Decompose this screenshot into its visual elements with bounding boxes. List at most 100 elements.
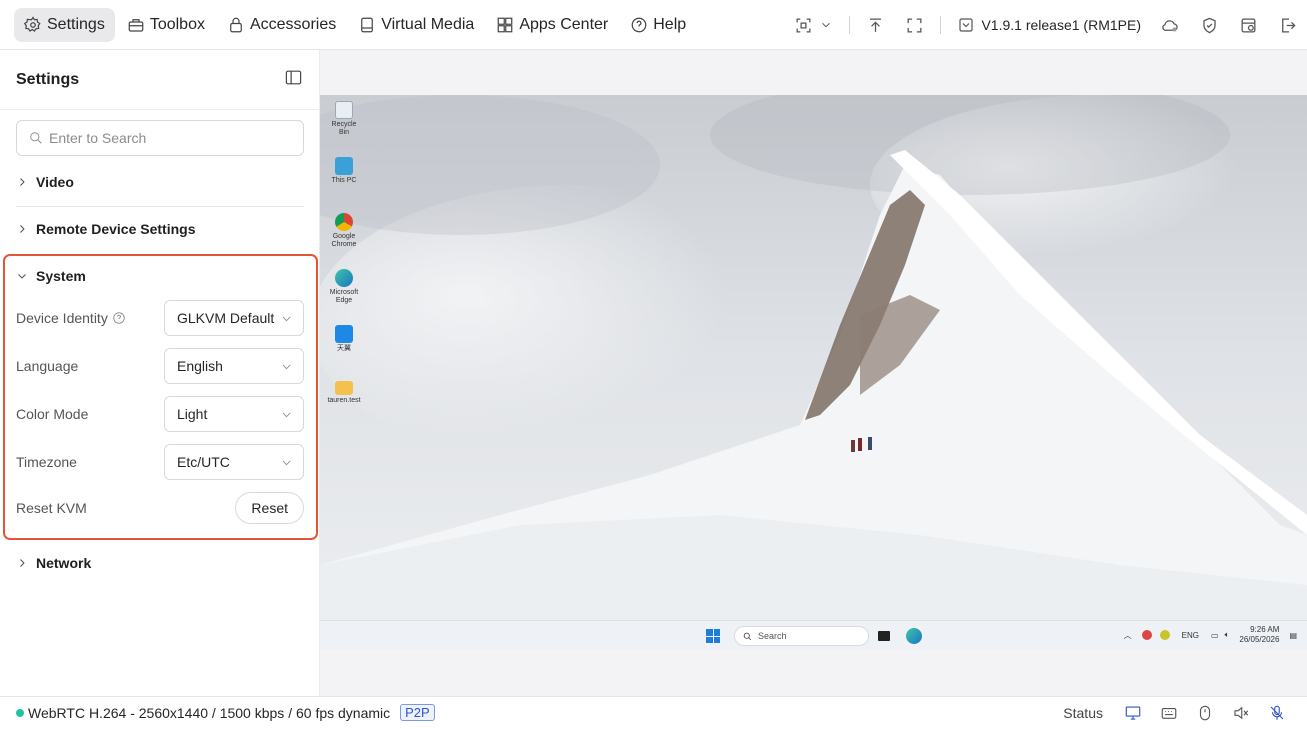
- audio-mute-button[interactable]: [1223, 704, 1259, 722]
- desktop-icon-chrome[interactable]: Google Chrome: [326, 213, 362, 249]
- history-button[interactable]: [1229, 10, 1268, 40]
- taskbar-clock[interactable]: 9:26 AM 26/05/2026: [1239, 625, 1279, 645]
- gear-icon: [24, 15, 41, 32]
- remote-viewport[interactable]: Recycle Bin This PC Google Chrome Micros…: [320, 50, 1307, 696]
- color-mode-row: Color Mode Light: [16, 396, 304, 432]
- nav-toolbox[interactable]: Toolbox: [117, 8, 215, 42]
- folder-icon: [335, 381, 353, 395]
- fullscreen-button[interactable]: [895, 10, 934, 40]
- nav-apps-center-label: Apps Center: [519, 15, 609, 33]
- desktop-icon-label: tauren.test: [327, 397, 361, 404]
- desktop-icon-app[interactable]: 天翼: [326, 325, 362, 353]
- desktop-icon-edge[interactable]: Microsoft Edge: [326, 269, 362, 305]
- tray-app-icon[interactable]: [1141, 630, 1152, 640]
- screenshot-button[interactable]: [784, 10, 843, 40]
- task-view-icon[interactable]: [878, 631, 890, 641]
- version-button[interactable]: V1.9.1 release1 (RM1PE): [947, 10, 1151, 40]
- status-controls: Status: [1063, 697, 1295, 729]
- logout-button[interactable]: [1268, 10, 1307, 40]
- main-nav: Settings Toolbox Accessories Virtual Med…: [0, 7, 698, 42]
- chevron-right-icon: [20, 559, 25, 567]
- chevron-down-icon: [282, 412, 291, 417]
- windows-start-icon[interactable]: [706, 629, 720, 643]
- nav-apps-center[interactable]: Apps Center: [486, 8, 618, 42]
- volume-icon[interactable]: 🔈︎: [1225, 630, 1230, 640]
- timezone-label: Timezone: [16, 454, 77, 470]
- color-mode-select[interactable]: Light: [164, 396, 304, 432]
- nav-toolbox-label: Toolbox: [149, 15, 205, 33]
- taskbar-search[interactable]: Search: [734, 626, 869, 646]
- help-circle-icon[interactable]: [112, 311, 126, 325]
- remote-desktop[interactable]: Recycle Bin This PC Google Chrome Micros…: [320, 95, 1307, 650]
- settings-search[interactable]: [16, 120, 304, 156]
- display-status-button[interactable]: [1115, 704, 1151, 722]
- language-value: English: [177, 358, 223, 374]
- edge-icon: [335, 269, 353, 287]
- device-identity-select[interactable]: GLKVM Default: [164, 300, 304, 336]
- timezone-select[interactable]: Etc/UTC: [164, 444, 304, 480]
- section-network-label: Network: [36, 555, 92, 571]
- reset-button[interactable]: Reset: [235, 492, 304, 524]
- desktop-icon-folder[interactable]: tauren.test: [326, 381, 362, 405]
- edge-taskbar-icon[interactable]: [906, 628, 922, 644]
- system-tray: ︿ ENG ▭ 🔈︎ 9:26 AM 26/05/2026 ▤: [1124, 625, 1297, 645]
- app-icon: [335, 325, 353, 343]
- nav-virtual-media[interactable]: Virtual Media: [348, 8, 484, 42]
- p2p-badge: P2P: [400, 704, 435, 721]
- tray-language[interactable]: ENG: [1182, 631, 1199, 640]
- language-select[interactable]: English: [164, 348, 304, 384]
- timezone-row: Timezone Etc/UTC: [16, 444, 304, 480]
- chevron-down-icon: [282, 460, 291, 465]
- nav-settings[interactable]: Settings: [14, 7, 115, 42]
- tray-app-icon-2[interactable]: [1159, 630, 1170, 640]
- chevron-down-icon: [822, 22, 831, 28]
- sidebar-toggle-button[interactable]: [284, 68, 303, 92]
- upload-icon: [870, 18, 882, 32]
- cloud-button[interactable]: [1151, 10, 1190, 40]
- desktop-icon-label: Recycle Bin: [331, 121, 357, 136]
- desktop-icon-label: 天翼: [337, 345, 351, 352]
- security-button[interactable]: [1190, 10, 1229, 40]
- notification-icon[interactable]: ▤: [1289, 631, 1297, 640]
- tray-chevron-icon[interactable]: ︿: [1124, 630, 1132, 641]
- desktop-icon-label: Microsoft Edge: [329, 289, 359, 304]
- section-network[interactable]: Network: [16, 555, 304, 571]
- chrome-icon: [335, 213, 353, 231]
- monitor-icon: [335, 157, 353, 175]
- nav-help[interactable]: Help: [620, 8, 696, 42]
- nav-virtual-media-label: Virtual Media: [381, 15, 475, 33]
- microphone-button[interactable]: [1259, 704, 1295, 722]
- section-video[interactable]: Video: [16, 174, 304, 190]
- lock-icon: [230, 17, 242, 32]
- desktop-icon-recycle-bin[interactable]: Recycle Bin: [326, 101, 362, 137]
- nav-accessories[interactable]: Accessories: [217, 8, 346, 42]
- top-tools: V1.9.1 release1 (RM1PE): [784, 0, 1307, 50]
- mouse-icon: [1199, 705, 1211, 721]
- search-input[interactable]: [49, 130, 289, 146]
- color-mode-value: Light: [177, 406, 208, 422]
- toolbox-icon: [128, 18, 144, 32]
- keyboard-button[interactable]: [1151, 704, 1187, 722]
- taskbar-search-label: Search: [758, 631, 787, 641]
- keyboard-icon: [1161, 707, 1177, 719]
- monitor-icon: [1125, 706, 1141, 720]
- windows-taskbar: Search ︿ ENG ▭ 🔈︎ 9:26 AM 26/05/2026 ▤: [320, 620, 1307, 650]
- clock-date: 26/05/2026: [1239, 635, 1280, 644]
- desktop-icon-this-pc[interactable]: This PC: [326, 157, 362, 185]
- connection-indicator: [16, 708, 24, 717]
- chevron-down-icon: [282, 364, 291, 369]
- desktop-wallpaper: [320, 95, 1307, 620]
- toolbar-divider: [940, 16, 942, 34]
- section-system[interactable]: System: [16, 268, 304, 284]
- nav-settings-label: Settings: [47, 15, 105, 33]
- upload-button[interactable]: [856, 10, 895, 40]
- mouse-button[interactable]: [1187, 704, 1223, 722]
- status-label: Status: [1063, 705, 1103, 721]
- screenshot-icon: [797, 18, 811, 32]
- chevron-down-icon: [18, 274, 26, 279]
- section-remote-device[interactable]: Remote Device Settings: [16, 221, 304, 237]
- history-icon: [1241, 18, 1256, 32]
- search-icon: [30, 132, 42, 144]
- section-divider: [16, 206, 304, 207]
- network-icon[interactable]: ▭: [1211, 631, 1219, 640]
